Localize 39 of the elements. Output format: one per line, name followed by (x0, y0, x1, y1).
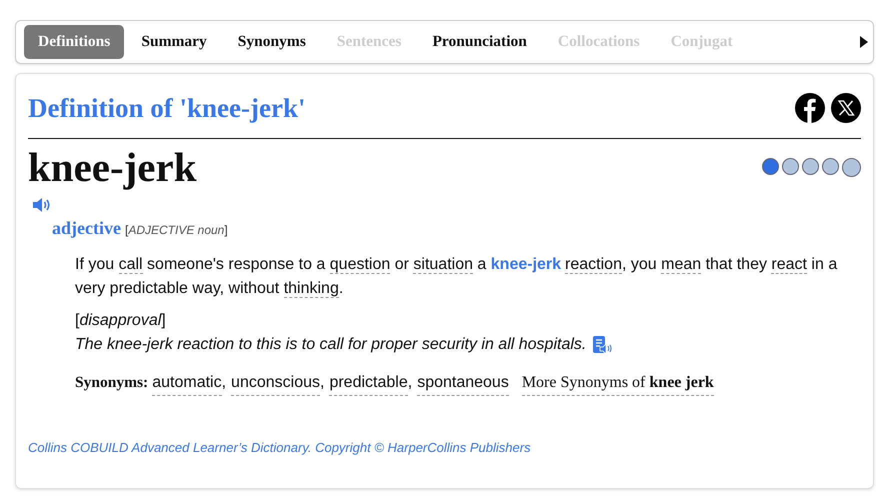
synonym-link[interactable]: automatic (152, 371, 222, 396)
tab[interactable]: Synonyms (224, 25, 320, 59)
frequency-dot (782, 158, 799, 175)
facebook-icon[interactable] (795, 93, 825, 123)
headword-link[interactable]: knee-jerk (490, 256, 562, 273)
word-link[interactable]: question (330, 256, 390, 274)
word-link[interactable]: call (118, 256, 143, 274)
tab[interactable]: Pronunciation (418, 25, 541, 59)
word-link[interactable]: reaction (565, 256, 622, 274)
more-synonyms-link[interactable]: More Synonyms of knee jerk (522, 371, 714, 396)
definition-text: If you call someone's response to a question or situation a knee-jerk reaction, you mean that they react in a very predictable way, without thinking. (75, 255, 838, 300)
example-sentence: The knee-jerk reaction to this is to call for proper security in all hospitals. (75, 335, 586, 355)
section-title: Definition of 'knee-jerk' (28, 92, 306, 124)
frequency-dot (842, 158, 861, 177)
synonym-link[interactable]: predictable (329, 371, 408, 396)
x-icon[interactable] (831, 93, 861, 123)
speaker-icon[interactable] (32, 196, 52, 214)
frequency-dot (762, 158, 779, 175)
audio-icon[interactable] (592, 335, 612, 355)
usage-label: [disapproval] (75, 311, 167, 331)
scroll-right-icon[interactable] (859, 35, 869, 49)
tab[interactable]: Summary (127, 25, 221, 59)
frequency-dot (802, 158, 819, 175)
tab[interactable]: Definitions (24, 25, 124, 59)
synonym-link[interactable]: spontaneous (417, 371, 509, 396)
word-link[interactable]: react (771, 256, 807, 274)
frequency-dot (822, 158, 839, 175)
word-link[interactable]: mean (661, 256, 702, 274)
word-link[interactable]: thinking (284, 280, 339, 298)
grammar-note: [ADJECTIVE noun] (124, 223, 228, 237)
comma: , (320, 373, 324, 393)
comma: , (222, 373, 226, 393)
synonym-link[interactable]: unconscious (231, 371, 320, 396)
word-link[interactable]: situation (413, 256, 473, 274)
synonyms-label: Synonyms: (75, 373, 148, 393)
source-credit: Collins COBUILD Advanced Learner’s Dictionary. Copyright © HarperCollins Publishers (28, 440, 532, 455)
headword: knee-jerk (28, 147, 197, 188)
comma: , (408, 373, 412, 393)
part-of-speech: adjective (52, 218, 121, 239)
